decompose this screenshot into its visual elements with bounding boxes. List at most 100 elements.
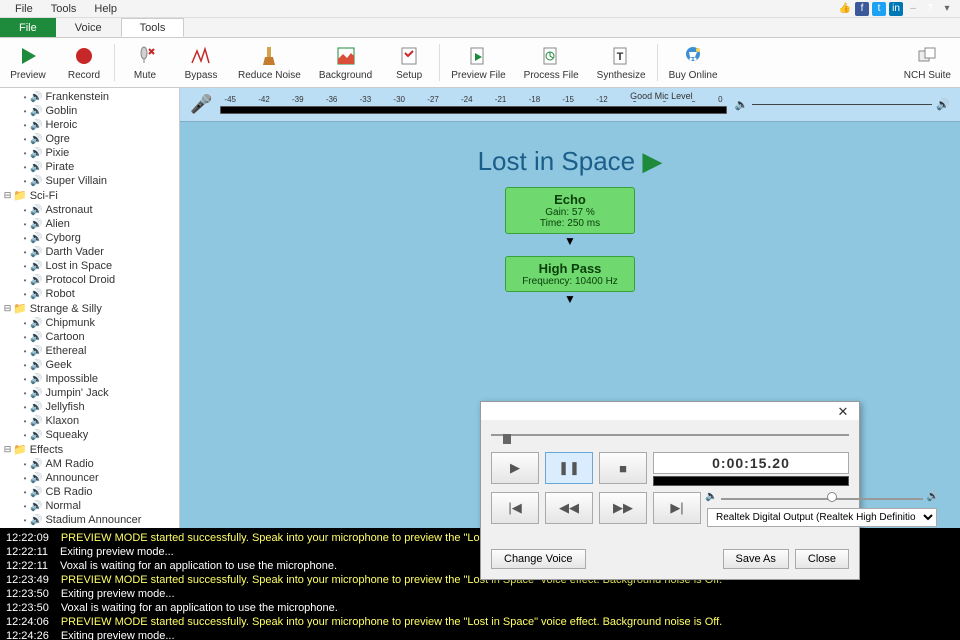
log-message: Voxal is waiting for an application to u… <box>61 601 338 615</box>
skip-start-button[interactable]: |◀ <box>491 492 539 524</box>
tree-item[interactable]: •🔊Super Villain <box>0 174 179 188</box>
tree-item[interactable]: •🔊AM Radio <box>0 457 179 471</box>
preview-file-button[interactable]: Preview File <box>442 40 514 85</box>
tree-item[interactable]: •🔊Goblin <box>0 104 179 118</box>
tree-item[interactable]: •🔊Ogre <box>0 132 179 146</box>
collapse-icon[interactable]: ⊟ <box>2 190 13 201</box>
play-button[interactable]: ▶ <box>491 452 539 484</box>
voice-tree[interactable]: •🔊Frankenstein•🔊Goblin•🔊Heroic•🔊Ogre•🔊Pi… <box>0 88 180 528</box>
like-icon[interactable]: 👍 <box>838 2 852 16</box>
preview-button[interactable]: Preview <box>0 40 56 85</box>
tree-category[interactable]: ⊟📁Effects <box>0 442 179 457</box>
tree-item[interactable]: •🔊Ethereal <box>0 344 179 358</box>
time-display: 0:00:15.20 <box>653 452 849 474</box>
tree-item[interactable]: •🔊Alien <box>0 217 179 231</box>
tree-category[interactable]: ⊟📁Sci-Fi <box>0 188 179 203</box>
menu-help[interactable]: Help <box>85 2 126 16</box>
tree-item[interactable]: •🔊Pirate <box>0 160 179 174</box>
bullet-icon: • <box>22 248 28 257</box>
bullet-icon: • <box>22 403 28 412</box>
tree-item[interactable]: •🔊Robot <box>0 287 179 301</box>
tree-item[interactable]: •🔊Protocol Droid <box>0 273 179 287</box>
change-voice-button[interactable]: Change Voice <box>491 549 586 569</box>
synthesize-icon: T <box>610 44 632 68</box>
tree-item[interactable]: •🔊Jumpin' Jack <box>0 386 179 400</box>
rewind-button[interactable]: ◀◀ <box>545 492 593 524</box>
save-as-button[interactable]: Save As <box>723 549 789 569</box>
meter-track <box>220 106 726 114</box>
synthesize-button[interactable]: T Synthesize <box>588 40 655 85</box>
cart-icon <box>682 44 704 68</box>
skip-end-button[interactable]: ▶| <box>653 492 701 524</box>
close-button[interactable]: Close <box>795 549 849 569</box>
stop-button[interactable]: ■ <box>599 452 647 484</box>
help-icon[interactable]: ? <box>923 2 937 16</box>
arrow-down-icon: ▼ <box>180 236 960 246</box>
tree-item[interactable]: •🔊CB Radio <box>0 485 179 499</box>
tree-item[interactable]: •🔊Geek <box>0 358 179 372</box>
close-icon[interactable]: ✕ <box>831 404 855 418</box>
tree-item[interactable]: •🔊Lost in Space <box>0 259 179 273</box>
bypass-button[interactable]: Bypass <box>173 40 229 85</box>
tree-item[interactable]: •🔊Cartoon <box>0 330 179 344</box>
bullet-icon: • <box>22 431 28 440</box>
setup-button[interactable]: Setup <box>381 40 437 85</box>
buy-online-button[interactable]: Buy Online <box>660 40 727 85</box>
tree-item[interactable]: •🔊Frankenstein <box>0 90 179 104</box>
tab-tools[interactable]: Tools <box>121 18 185 37</box>
tree-item-label: CB Radio <box>45 486 92 498</box>
log-message: Exiting preview mode... <box>61 629 175 640</box>
sound-icon: 🔊 <box>30 473 42 484</box>
dropdown-icon[interactable]: ▾ <box>940 2 954 16</box>
bypass-icon <box>190 44 212 68</box>
mute-button[interactable]: Mute <box>117 40 173 85</box>
reduce-noise-button[interactable]: Reduce Noise <box>229 40 310 85</box>
bullet-icon: • <box>22 290 28 299</box>
background-icon <box>335 44 357 68</box>
tree-item[interactable]: •🔊Pixie <box>0 146 179 160</box>
process-file-button[interactable]: Process File <box>515 40 588 85</box>
arrow-down-icon: ▼ <box>180 294 960 304</box>
tree-item[interactable]: •🔊Normal <box>0 499 179 513</box>
tree-item[interactable]: •🔊Darth Vader <box>0 245 179 259</box>
bullet-icon: • <box>22 93 28 102</box>
tree-item[interactable]: •🔊Astronaut <box>0 203 179 217</box>
output-device-select[interactable]: Realtek Digital Output (Realtek High Def… <box>707 508 937 527</box>
nch-suite-button[interactable]: NCH Suite <box>895 40 960 85</box>
background-button[interactable]: Background <box>310 40 381 85</box>
chain-play-icon[interactable]: ▶ <box>642 146 662 176</box>
collapse-icon[interactable]: ⊟ <box>2 303 13 314</box>
sound-icon: 🔊 <box>30 176 42 187</box>
forward-button[interactable]: ▶▶ <box>599 492 647 524</box>
tab-file[interactable]: File <box>0 18 56 37</box>
volume-slider[interactable]: 🔈 🔊 <box>707 494 937 504</box>
bullet-icon: • <box>22 389 28 398</box>
menu-file[interactable]: File <box>6 2 42 16</box>
linkedin-icon[interactable]: in <box>889 2 903 16</box>
tree-item[interactable]: •🔊Impossible <box>0 372 179 386</box>
collapse-icon[interactable]: ⊟ <box>2 444 13 455</box>
tab-voice[interactable]: Voice <box>56 18 121 37</box>
effect-node-highpass[interactable]: High Pass Frequency: 10400 Hz <box>505 256 635 292</box>
position-slider[interactable] <box>491 434 849 444</box>
facebook-icon[interactable]: f <box>855 2 869 16</box>
pause-button[interactable]: ❚❚ <box>545 452 593 484</box>
menu-tools[interactable]: Tools <box>42 2 86 16</box>
tree-item[interactable]: •🔊Chipmunk <box>0 316 179 330</box>
tree-item[interactable]: •🔊Announcer <box>0 471 179 485</box>
effect-node-echo[interactable]: Echo Gain: 57 % Time: 250 ms <box>505 187 635 234</box>
nch-suite-label: NCH Suite <box>904 70 951 81</box>
tree-item[interactable]: •🔊Heroic <box>0 118 179 132</box>
tree-category[interactable]: ⊟📁Strange & Silly <box>0 301 179 316</box>
tree-item[interactable]: •🔊Squeaky <box>0 428 179 442</box>
tree-item[interactable]: •🔊Jellyfish <box>0 400 179 414</box>
volume-control[interactable]: 🔈 🔊 <box>735 98 950 111</box>
sound-icon: 🔊 <box>30 416 42 427</box>
chain-title-row: Lost in Space ▶ <box>180 146 960 177</box>
sound-icon: 🔊 <box>30 501 42 512</box>
twitter-icon[interactable]: t <box>872 2 886 16</box>
record-button[interactable]: Record <box>56 40 112 85</box>
tree-item[interactable]: •🔊Cyborg <box>0 231 179 245</box>
tree-item[interactable]: •🔊Stadium Announcer <box>0 513 179 527</box>
tree-item[interactable]: •🔊Klaxon <box>0 414 179 428</box>
